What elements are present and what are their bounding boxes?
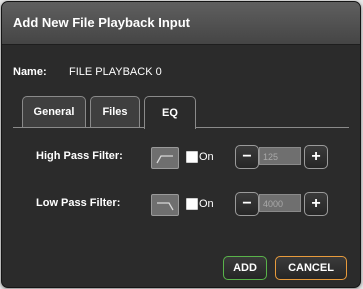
cancel-button[interactable]: CANCEL [275, 256, 347, 280]
eq-panel: High Pass Filter: On − 125 + Low Pass Fi… [13, 127, 349, 246]
name-label: Name: [13, 66, 47, 78]
low-pass-value-input[interactable]: 4000 [259, 194, 301, 212]
high-pass-on-label: On [199, 151, 214, 163]
add-button[interactable]: ADD [223, 256, 267, 280]
high-pass-decrement-button[interactable]: − [235, 145, 259, 169]
low-pass-on-label: On [199, 198, 214, 210]
high-pass-filter-row: High Pass Filter: On − 125 + [13, 145, 349, 169]
low-pass-curve-icon [157, 202, 174, 211]
dialog-title: Add New File Playback Input [13, 15, 190, 30]
low-pass-filter-row: Low Pass Filter: On − 4000 + [13, 192, 349, 216]
high-pass-on-checkbox[interactable] [186, 151, 198, 163]
name-row: Name: FILE PLAYBACK 0 [13, 66, 162, 78]
dialog-titlebar: Add New File Playback Input [2, 2, 360, 45]
high-pass-curve-icon [156, 155, 173, 164]
low-pass-on-checkbox[interactable] [186, 198, 198, 210]
low-pass-increment-button[interactable]: + [304, 192, 328, 216]
tab-eq[interactable]: EQ [144, 96, 196, 129]
low-pass-filter-icon[interactable] [151, 194, 179, 216]
tab-files[interactable]: Files [90, 96, 140, 127]
add-file-playback-dialog: Add New File Playback Input Name: FILE P… [1, 1, 361, 288]
low-pass-decrement-button[interactable]: − [235, 192, 259, 216]
name-value: FILE PLAYBACK 0 [69, 66, 162, 78]
high-pass-value-input[interactable]: 125 [259, 147, 301, 165]
high-pass-filter-icon[interactable] [151, 147, 179, 169]
high-pass-filter-label: High Pass Filter: [36, 150, 123, 162]
low-pass-filter-label: Low Pass Filter: [36, 197, 121, 209]
tab-general[interactable]: General [22, 96, 86, 127]
high-pass-increment-button[interactable]: + [304, 145, 328, 169]
